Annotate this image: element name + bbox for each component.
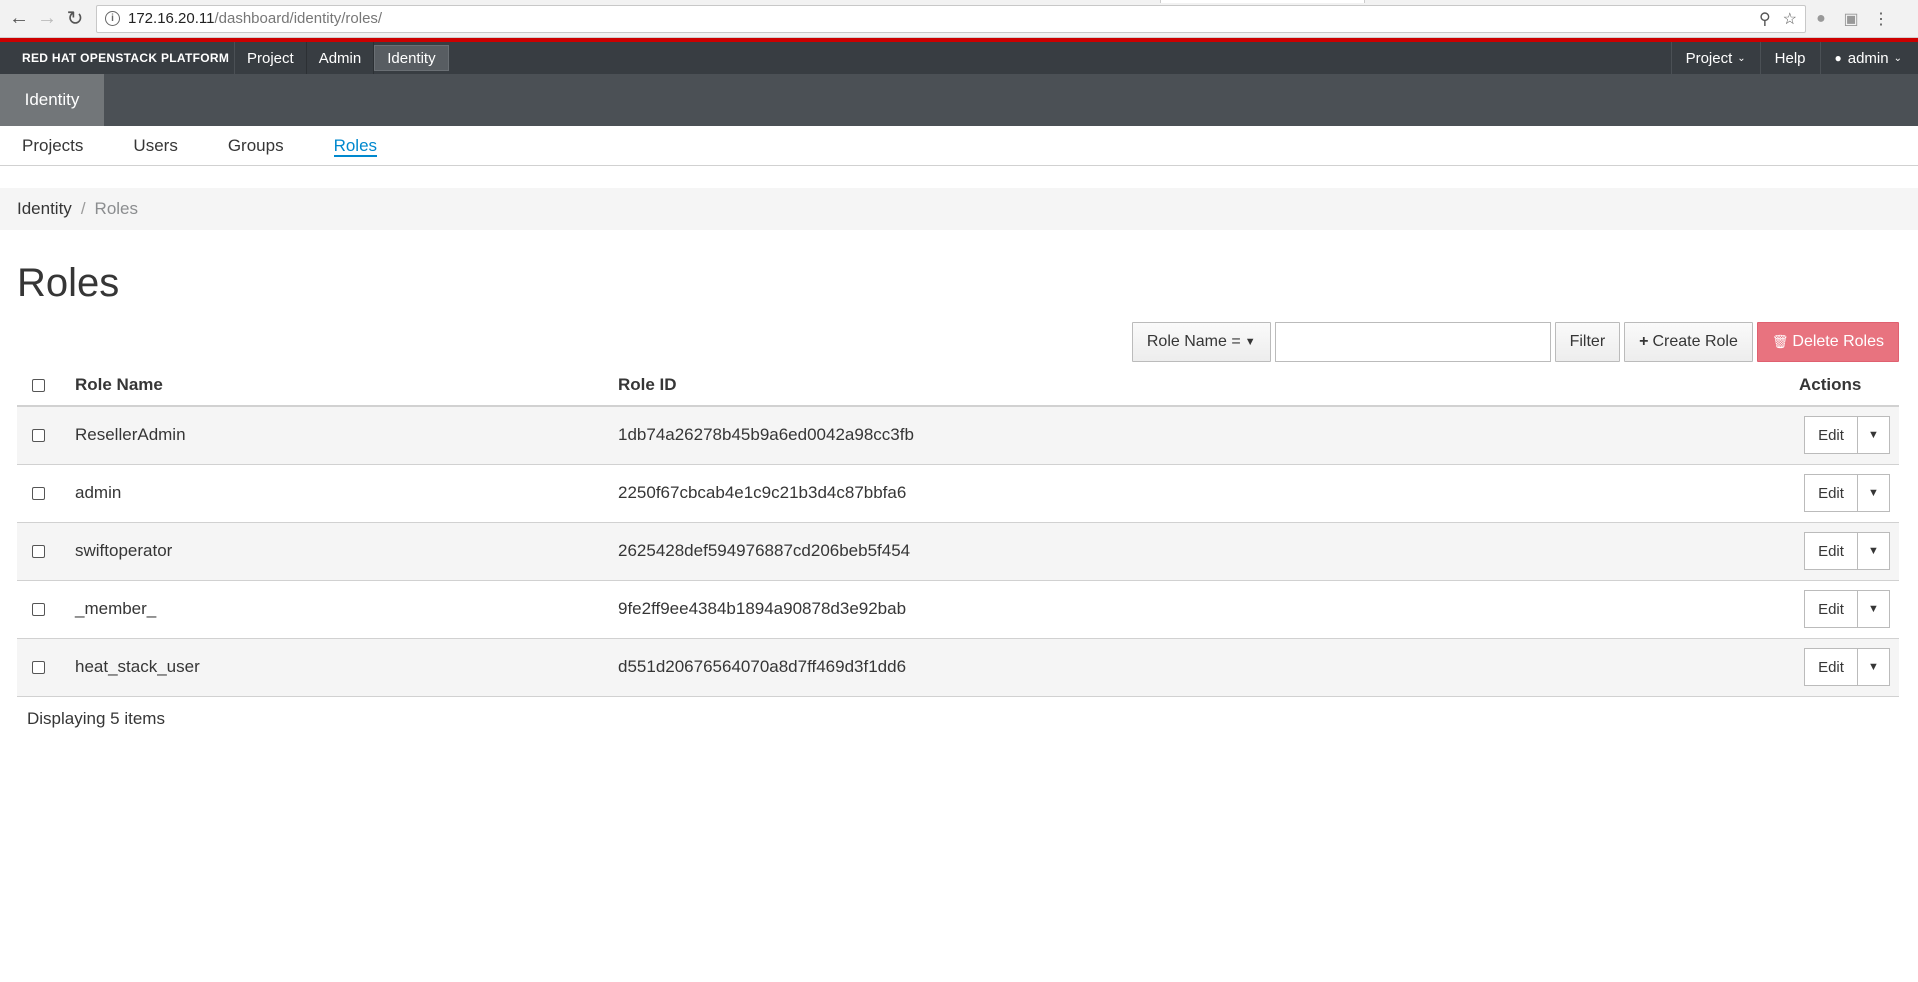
panel-groups[interactable]: Groups xyxy=(228,126,284,165)
table-row: admin 2250f67cbcab4e1c9c21b3d4c87bbfa6 E… xyxy=(17,464,1899,523)
edit-button[interactable]: Edit xyxy=(1804,474,1858,512)
user-icon: ● xyxy=(1834,51,1842,65)
project-dropdown[interactable]: Project ⌄ xyxy=(1670,42,1760,74)
forward-icon[interactable]: → xyxy=(34,6,60,32)
caret-down-icon[interactable]: ▼ xyxy=(1858,590,1890,628)
help-link[interactable]: Help xyxy=(1759,42,1820,74)
table-toolbar: Role Name = ▼ Filter + Create Role 🗑 Del… xyxy=(1131,322,1899,362)
filter-field-label: Role Name = xyxy=(1146,333,1241,350)
breadcrumb-identity[interactable]: Identity xyxy=(17,199,72,219)
column-role-id[interactable]: Role ID xyxy=(618,364,1799,407)
edit-button[interactable]: Edit xyxy=(1804,416,1858,455)
delete-roles-button[interactable]: 🗑 Delete Roles xyxy=(1756,322,1899,362)
extension-icon[interactable]: ● xyxy=(1806,6,1836,32)
reload-icon[interactable]: ↻ xyxy=(62,6,88,32)
delete-roles-label: Delete Roles xyxy=(1792,333,1884,350)
role-name-cell: _member_ xyxy=(75,580,618,639)
panel-users[interactable]: Users xyxy=(133,126,177,165)
bookmark-star-icon[interactable]: ☆ xyxy=(1783,9,1797,29)
create-role-label: Create Role xyxy=(1652,333,1738,350)
browser-tab-strip xyxy=(1160,0,1365,3)
role-name-cell: swiftoperator xyxy=(75,522,618,581)
extension-icon-2[interactable]: ▣ xyxy=(1836,6,1866,32)
panel-roles[interactable]: Roles xyxy=(333,126,378,165)
row-checkbox[interactable] xyxy=(32,603,45,617)
row-checkbox[interactable] xyxy=(32,429,45,443)
role-name-cell: ResellerAdmin xyxy=(75,406,618,465)
caret-down-icon[interactable]: ▼ xyxy=(1858,648,1890,686)
column-role-name[interactable]: Role Name xyxy=(75,364,618,407)
browser-toolbar: ← → ↻ i 172.16.20.11/dashboard/identity/… xyxy=(0,0,1918,38)
filter-input[interactable] xyxy=(1274,322,1551,362)
table-row: _member_ 9fe2ff9ee4384b1894a90878d3e92ba… xyxy=(17,580,1899,639)
role-id-cell: d551d20676564070a8d7ff469d3f1dd6 xyxy=(618,638,1799,697)
role-id-cell: 1db74a26278b45b9a6ed0042a98cc3fb xyxy=(618,406,1799,465)
panel-nav: Projects Users Groups Roles xyxy=(0,126,1918,166)
panel-projects[interactable]: Projects xyxy=(22,126,83,165)
role-name-cell: admin xyxy=(75,464,618,523)
zoom-icon[interactable]: ⚲ xyxy=(1759,9,1771,29)
caret-down-icon[interactable]: ▼ xyxy=(1858,416,1890,455)
trash-icon: 🗑 xyxy=(1771,334,1789,349)
address-bar[interactable]: i 172.16.20.11/dashboard/identity/roles/… xyxy=(96,4,1806,33)
select-all-checkbox[interactable] xyxy=(32,378,45,392)
user-name: admin xyxy=(1847,49,1889,67)
nav-identity[interactable]: Identity xyxy=(374,45,449,71)
brand-logo[interactable]: RED HAT OPENSTACK PLATFORM xyxy=(0,42,235,74)
row-checkbox[interactable] xyxy=(32,545,45,559)
create-role-button[interactable]: + Create Role xyxy=(1624,322,1753,362)
breadcrumb-separator: / xyxy=(80,199,86,218)
chevron-down-icon: ⌄ xyxy=(1737,52,1746,64)
role-id-cell: 9fe2ff9ee4384b1894a90878d3e92bab xyxy=(618,580,1799,639)
page-title: Roles xyxy=(17,261,120,305)
breadcrumb-current: Roles xyxy=(94,199,139,218)
role-id-cell: 2250f67cbcab4e1c9c21b3d4c87bbfa6 xyxy=(618,464,1799,523)
browser-menu-icon[interactable]: ⋮ xyxy=(1866,6,1896,32)
caret-down-icon: ▼ xyxy=(1244,336,1256,348)
role-id-cell: 2625428def594976887cd206beb5f454 xyxy=(618,522,1799,581)
nav-project[interactable]: Project xyxy=(235,42,307,74)
caret-down-icon[interactable]: ▼ xyxy=(1858,474,1890,512)
edit-button[interactable]: Edit xyxy=(1804,532,1858,570)
table-header-row: Role Name Role ID Actions xyxy=(17,364,1899,407)
table-row: swiftoperator 2625428def594976887cd206be… xyxy=(17,522,1899,581)
item-count: Displaying 5 items xyxy=(27,709,165,728)
table-row: heat_stack_user d551d20676564070a8d7ff46… xyxy=(17,638,1899,697)
user-dropdown[interactable]: ● admin ⌄ xyxy=(1819,42,1918,74)
role-name-cell: heat_stack_user xyxy=(75,638,618,697)
top-navbar: RED HAT OPENSTACK PLATFORM Project Admin… xyxy=(0,38,1918,74)
chevron-down-icon: ⌄ xyxy=(1893,52,1902,64)
tab-identity[interactable]: Identity xyxy=(0,74,104,126)
edit-button[interactable]: Edit xyxy=(1804,648,1858,686)
column-actions: Actions xyxy=(1799,364,1899,407)
nav-admin[interactable]: Admin xyxy=(307,42,375,74)
filter-field-select[interactable]: Role Name = ▼ xyxy=(1131,322,1271,362)
breadcrumb: Identity / Roles xyxy=(0,188,1918,230)
info-icon[interactable]: i xyxy=(105,11,120,26)
url-path: /dashboard/identity/roles/ xyxy=(214,10,383,27)
project-dropdown-label: Project xyxy=(1685,49,1733,67)
back-icon[interactable]: ← xyxy=(6,6,32,32)
filter-button[interactable]: Filter xyxy=(1554,322,1621,362)
select-all-cell xyxy=(17,364,75,407)
caret-down-icon[interactable]: ▼ xyxy=(1858,532,1890,570)
url-host: 172.16.20.11 xyxy=(128,10,215,27)
edit-button[interactable]: Edit xyxy=(1804,590,1858,628)
row-checkbox[interactable] xyxy=(32,661,45,675)
dashboard-header: Identity xyxy=(0,74,1918,126)
row-checkbox[interactable] xyxy=(32,487,45,501)
table-row: ResellerAdmin 1db74a26278b45b9a6ed0042a9… xyxy=(17,406,1899,465)
roles-table: Role Name Role ID Actions ResellerAdmin … xyxy=(17,364,1899,697)
plus-icon: + xyxy=(1639,333,1649,350)
